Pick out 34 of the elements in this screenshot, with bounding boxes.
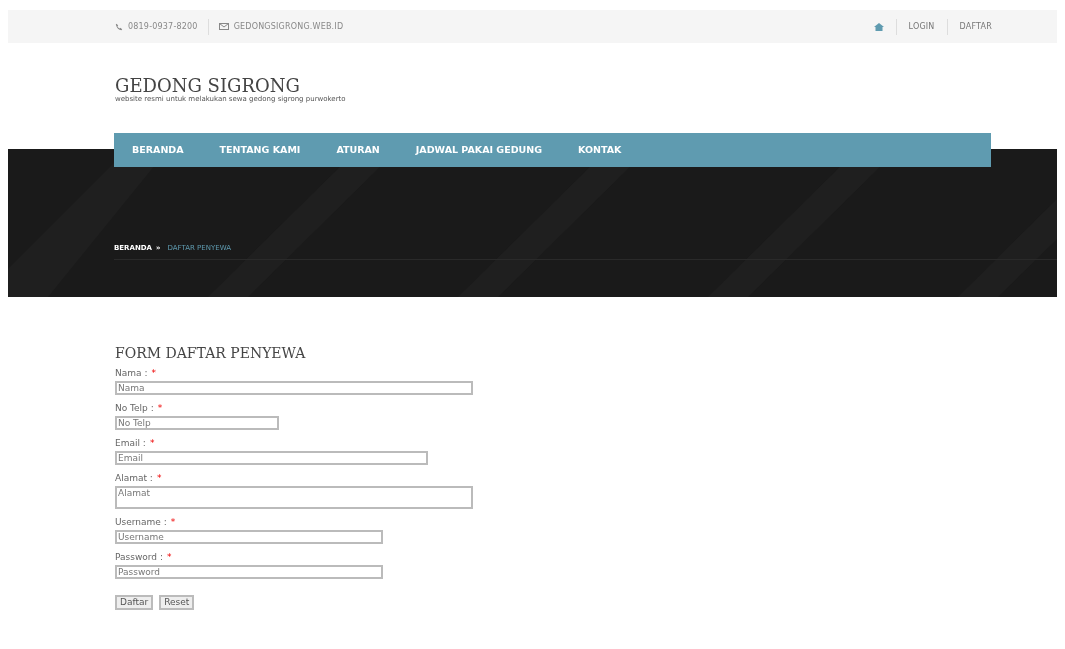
required-mark: * bbox=[157, 402, 163, 414]
input-field[interactable]: Email bbox=[115, 451, 428, 465]
field-label: Email : bbox=[115, 437, 146, 449]
email-address: GEDONGSIGRONG.WEB.ID bbox=[233, 20, 344, 33]
phone-icon bbox=[115, 22, 123, 31]
required-mark: * bbox=[170, 516, 176, 528]
top-link[interactable]: LOGIN bbox=[908, 20, 935, 33]
required-mark: * bbox=[151, 367, 156, 379]
required-mark: * bbox=[149, 437, 155, 449]
field-label: Alamat : bbox=[115, 472, 153, 484]
nav-item[interactable]: JADWAL PAKAI GEDUNG bbox=[415, 139, 542, 161]
address-field[interactable]: Alamat bbox=[115, 486, 473, 509]
home-icon[interactable] bbox=[873, 22, 884, 31]
nav-item[interactable]: KONTAK bbox=[578, 139, 622, 161]
form-button[interactable]: Daftar bbox=[115, 595, 154, 610]
input-field[interactable]: Password bbox=[115, 565, 383, 579]
field-label: Nama : bbox=[115, 367, 148, 379]
field-label: No Telp : bbox=[115, 402, 154, 414]
input-field[interactable]: Username bbox=[115, 530, 383, 544]
mail-icon bbox=[218, 23, 229, 30]
phone-number: 0819-0937-8200 bbox=[128, 20, 198, 33]
field-label: Password : bbox=[115, 551, 163, 563]
required-mark: * bbox=[166, 551, 172, 563]
nav-item[interactable]: BERANDA bbox=[132, 139, 184, 161]
site-title: GEDONG SIGRONG bbox=[115, 77, 301, 95]
input-field[interactable]: Nama bbox=[115, 381, 473, 395]
top-link[interactable]: DAFTAR bbox=[959, 20, 992, 33]
input-field[interactable]: No Telp bbox=[115, 416, 279, 430]
form-button[interactable]: Reset bbox=[159, 595, 195, 610]
nav-item[interactable]: TENTANG KAMI bbox=[219, 139, 301, 161]
nav-item[interactable]: ATURAN bbox=[336, 139, 380, 161]
form-title: FORM DAFTAR PENYEWA bbox=[115, 345, 307, 361]
field-label: Username : bbox=[115, 516, 167, 528]
required-mark: * bbox=[156, 472, 162, 484]
